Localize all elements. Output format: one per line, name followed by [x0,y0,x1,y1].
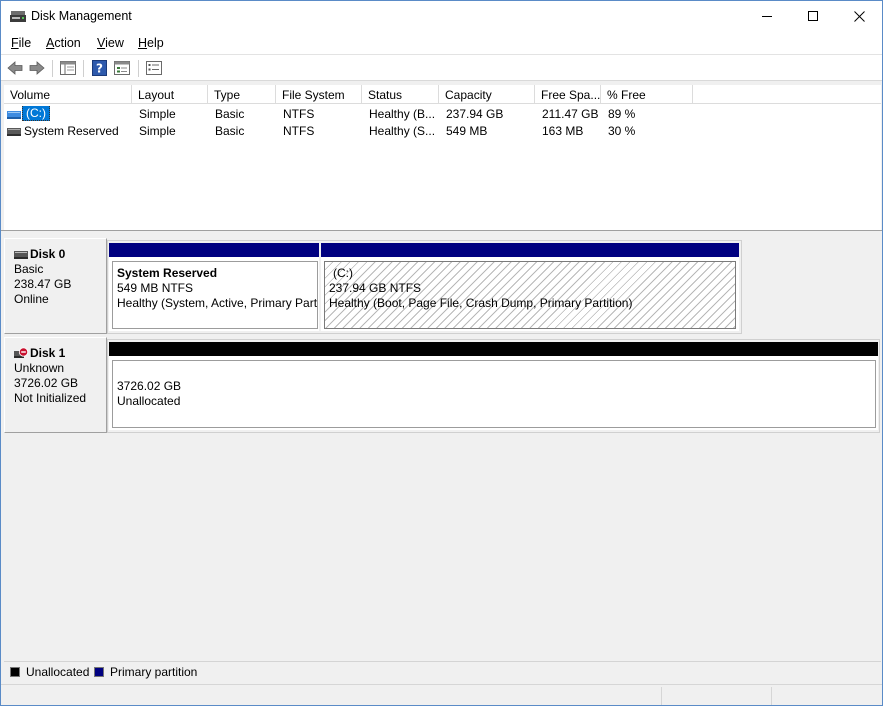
disk-0-state: Online [14,292,49,306]
column-header-filler [693,85,881,104]
minimize-button[interactable] [744,1,790,31]
maximize-button[interactable] [790,1,836,31]
svg-text:?: ? [96,62,103,76]
disk-0-title: Disk 0 [14,247,106,262]
list-view-icon [114,61,130,75]
partition-title: (C:) [333,266,353,280]
partition-unallocated[interactable]: 3726.02 GB Unallocated [109,342,878,430]
table-row[interactable]: System Reserved Simple Basic NTFS Health… [4,122,704,139]
cell-capacity: 549 MB [446,124,488,138]
cell-volume: System Reserved [24,124,119,138]
cell-layout: Simple [139,124,176,138]
column-header-layout[interactable]: Layout [132,85,208,104]
list-view-button[interactable] [112,59,132,77]
legend-swatch-primary [94,667,104,677]
show-hide-console-tree-button[interactable] [58,59,78,77]
selected-volume-name: (C:) [22,106,50,121]
volume-drive-icon [7,111,21,119]
help-button[interactable]: ? [89,59,109,77]
menu-action[interactable]: Action [46,36,81,50]
partition-title: System Reserved [117,266,218,280]
disk-1-state: Not Initialized [14,391,87,405]
partition-size: 549 MB NTFS [117,281,194,295]
toolbar-separator [52,60,53,77]
cell-type: Basic [215,124,245,138]
properties-icon [146,61,162,75]
disk-1-title: Disk 1 [14,346,106,361]
volume-list[interactable]: Volume Layout Type File System Status Ca… [4,85,881,230]
properties-button[interactable] [144,59,164,77]
close-button[interactable] [836,1,882,31]
forward-button[interactable] [27,59,47,77]
disk-online-icon [14,251,28,259]
menu-file[interactable]: File [11,36,31,50]
back-arrow-icon [7,61,23,75]
toolbar-separator [138,60,139,77]
console-tree-icon [60,61,76,75]
forward-arrow-icon [29,61,45,75]
disk-management-app-icon [10,11,26,22]
pane-splitter[interactable] [1,230,882,234]
maximize-icon [808,11,818,21]
status-bar [1,684,882,705]
primary-partition-bar [109,243,319,257]
partition-c-drive-body: (C:) 237.94 GB NTFS Healthy (Boot, Page … [324,261,736,329]
unallocated-bar [109,342,878,356]
partition-size: 3726.02 GB [117,379,182,393]
partition-system-reserved[interactable]: System Reserved 549 MB NTFS Healthy (Sys… [109,243,319,331]
back-button[interactable] [5,59,25,77]
toolbar-separator [83,60,84,77]
disk-0-label[interactable]: Disk 0 Basic 238.47 GB Online [4,238,107,334]
menu-view[interactable]: View [97,36,124,50]
partition-status: Healthy (System, Active, Primary Part [117,296,318,310]
disk-1-size: 3726.02 GB [14,376,79,390]
window-title: Disk Management [31,9,132,23]
toolbar: ? [1,54,882,81]
table-row[interactable]: (C:) Simple Basic NTFS Healthy (B... 237… [4,105,704,122]
partition-status: Healthy (Boot, Page File, Crash Dump, Pr… [329,296,633,310]
legend-primary-partition: Primary partition [94,665,197,679]
disk-1-label[interactable]: Disk 1 Unknown 3726.02 GB Not Initialize… [4,337,107,433]
cell-status: Healthy (S... [369,124,436,138]
disk-0-partition-strip: System Reserved 549 MB NTFS Healthy (Sys… [107,240,742,334]
column-header-file-system[interactable]: File System [276,85,362,104]
title-bar[interactable]: Disk Management [1,1,882,32]
column-header-free-space[interactable]: Free Spa... [535,85,601,104]
legend-unallocated: Unallocated [10,665,89,679]
primary-partition-bar [321,243,739,257]
column-header-type[interactable]: Type [208,85,276,104]
cell-free-space: 163 MB [542,124,584,138]
minimize-icon [762,16,772,17]
status-pane [771,687,881,705]
disk-not-initialized-icon [14,347,28,358]
partition-status: Unallocated [117,394,181,408]
column-header-status[interactable]: Status [362,85,439,104]
column-header-volume[interactable]: Volume [4,85,132,104]
cell-file-system: NTFS [283,124,315,138]
disk-0-kind: Basic [14,262,44,276]
status-pane [661,687,771,705]
partition-system-reserved-body: System Reserved 549 MB NTFS Healthy (Sys… [112,261,318,329]
disk-management-window: Disk Management File Action View Help ? [0,0,883,706]
disk-1-kind: Unknown [14,361,65,375]
menu-bar: File Action View Help [1,32,882,54]
column-header-percent-free[interactable]: % Free [601,85,693,104]
column-header-capacity[interactable]: Capacity [439,85,535,104]
partition-c-drive[interactable]: (C:) 237.94 GB NTFS Healthy (Boot, Page … [321,243,739,331]
help-icon: ? [91,60,107,76]
disk-graphical-view: Disk 0 Basic 238.47 GB Online System Res… [1,235,882,661]
legend-swatch-unallocated [10,667,20,677]
partition-size: 237.94 GB NTFS [329,281,422,295]
cell-percent-free: 30 % [608,124,636,138]
legend: Unallocated Primary partition [4,661,881,681]
disk-1-partition-strip: 3726.02 GB Unallocated [107,339,880,433]
partition-unallocated-body: 3726.02 GB Unallocated [112,360,876,428]
menu-help[interactable]: Help [138,36,164,50]
disk-0-size: 238.47 GB [14,277,72,291]
close-icon [853,10,865,22]
cell-volume: (C:) [20,106,50,123]
